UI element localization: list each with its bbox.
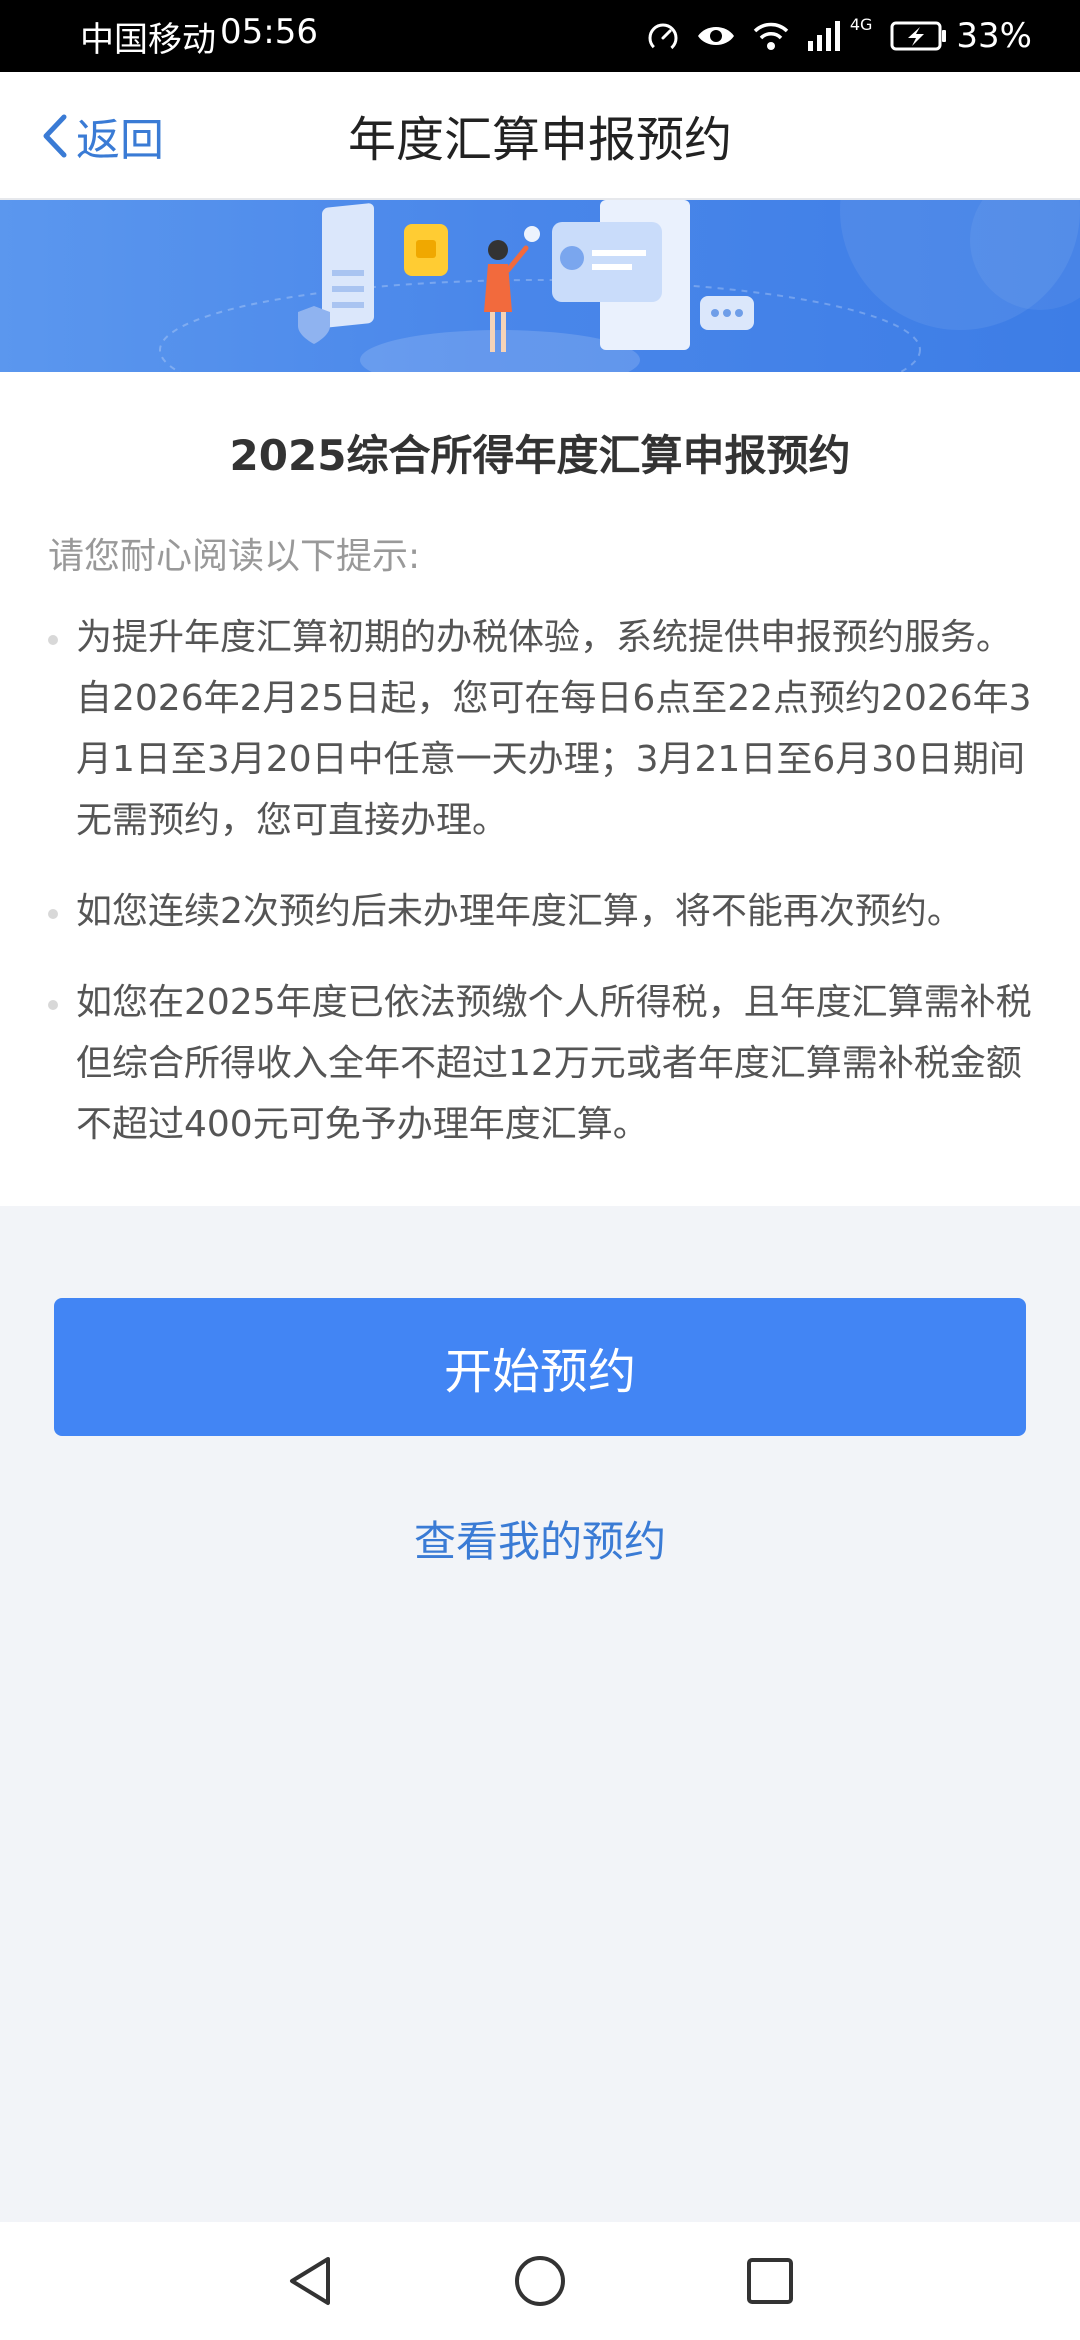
status-right: 4G 33% (646, 15, 1032, 56)
page-title: 年度汇算申报预约 (347, 112, 732, 168)
carrier-label: 中国移动 (80, 19, 216, 60)
start-reservation-button[interactable]: 开始预约 (54, 1298, 1026, 1436)
back-label: 返回 (76, 115, 164, 166)
speed-icon (648, 23, 678, 53)
banner-illustration (0, 200, 1080, 372)
tip-text: 为提升年度汇算初期的办税体验，系统提供申报预约服务。自2026年2月25日起，您… (76, 617, 1032, 841)
tip-item: 如您连续2次预约后未办理年度汇算，将不能再次预约。 (48, 881, 1038, 942)
banner-graphic (159, 200, 1080, 372)
status-left: 中国移动 05:56 (80, 12, 318, 61)
note-icon (404, 224, 448, 276)
profile-card-icon (552, 200, 690, 350)
system-nav-bar (0, 2222, 1080, 2340)
tips-list: 为提升年度汇算初期的办税体验，系统提供申报预约服务。自2026年2月25日起，您… (48, 607, 1038, 1185)
battery-icon (890, 21, 947, 51)
section-title: 2025综合所得年度汇算申报预约 (229, 431, 851, 480)
tip-item: 如您在2025年度已依法预缴个人所得税，且年度汇算需补税但综合所得收入全年不超过… (48, 972, 1038, 1155)
chat-bubble-icon (700, 296, 754, 330)
wifi-icon (753, 22, 789, 50)
recents-square-icon (747, 2258, 793, 2304)
system-recents-button[interactable] (710, 2222, 830, 2340)
document-icon (322, 203, 374, 328)
view-my-reservations-link[interactable]: 查看我的预约 (0, 1508, 1080, 1569)
shield-icon (298, 306, 330, 344)
back-triangle-icon (290, 2257, 330, 2305)
intro-text: 请您耐心阅读以下提示: (48, 536, 421, 577)
chevron-left-icon (43, 114, 67, 158)
bullet-dot (48, 635, 58, 645)
home-circle-icon (515, 2256, 565, 2306)
system-back-button[interactable] (250, 2222, 370, 2340)
battery-label: 33% (956, 16, 1032, 56)
status-icons: 4G (646, 15, 872, 53)
battery: 33% (890, 16, 1032, 56)
bullet-dot (48, 909, 58, 919)
nav-bar: 返回 年度汇算申报预约 (0, 72, 1080, 200)
bullet-dot (48, 1000, 58, 1010)
tip-text: 如您连续2次预约后未办理年度汇算，将不能再次预约。 (76, 891, 963, 932)
tip-item: 为提升年度汇算初期的办税体验，系统提供申报预约服务。自2026年2月25日起，您… (48, 607, 1038, 851)
content-card: 2025综合所得年度汇算申报预约 请您耐心阅读以下提示: 为提升年度汇算初期的办… (0, 372, 1080, 1206)
signal-icon (807, 21, 840, 51)
network-label: 4G (849, 14, 873, 34)
status-bar: 中国移动 05:56 4G 33% (0, 0, 1080, 72)
system-home-button[interactable] (480, 2222, 600, 2340)
clock: 05:56 (220, 11, 318, 52)
back-button[interactable]: 返回 (40, 72, 164, 200)
tip-text: 如您在2025年度已依法预缴个人所得税，且年度汇算需补税但综合所得收入全年不超过… (76, 982, 1032, 1145)
eye-icon (697, 27, 734, 45)
